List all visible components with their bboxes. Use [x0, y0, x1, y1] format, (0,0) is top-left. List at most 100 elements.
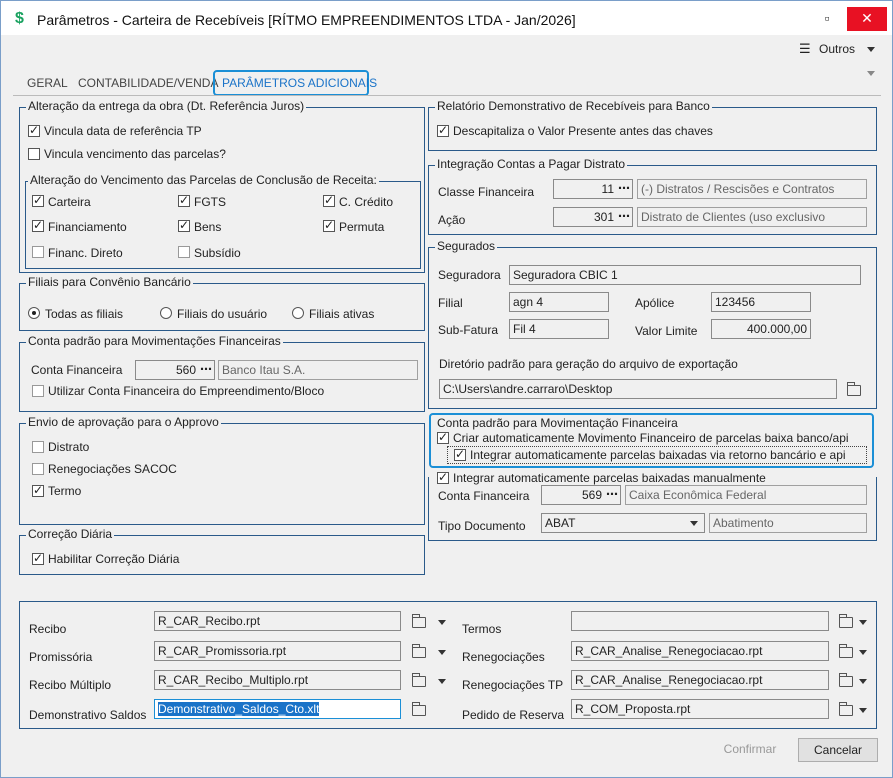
chevron-down-icon [690, 521, 698, 526]
sub-fatura-input[interactable]: Fil 4 [509, 319, 609, 339]
renegociacoes-tp-label: Renegociações TP [462, 678, 564, 692]
lookup-dots-icon[interactable]: ⋯ [606, 487, 618, 501]
renegociacoes-sacoc-checkbox[interactable] [32, 463, 44, 475]
chevron-down-icon[interactable] [859, 679, 867, 684]
folder-icon[interactable] [412, 702, 426, 716]
termos-input[interactable] [571, 611, 829, 631]
lookup-dots-icon[interactable]: ⋯ [618, 209, 630, 223]
outros-menu-button[interactable]: ☰ Outros [799, 41, 879, 59]
financiamento-checkbox[interactable] [32, 218, 44, 232]
diretorio-input[interactable]: C:\Users\andre.carraro\Desktop [439, 379, 837, 399]
chevron-down-icon[interactable] [859, 650, 867, 655]
utilizar-conta-checkbox[interactable] [32, 385, 44, 397]
seguradora-input[interactable]: Seguradora CBIC 1 [509, 265, 861, 285]
mov-conta-code-input[interactable]: 569 ⋯ [541, 485, 621, 505]
descapitaliza-checkbox[interactable] [437, 123, 449, 137]
carteira-checkbox[interactable] [32, 193, 44, 207]
c-credito-checkbox[interactable] [323, 193, 335, 207]
acao-code-value: 301 [593, 210, 614, 224]
group-title: Envio de aprovação para o Approvo [26, 415, 221, 429]
minimize-button[interactable]: ▫ [807, 7, 847, 31]
acao-label: Ação [438, 213, 466, 227]
classe-financeira-code-input[interactable]: 11 ⋯ [553, 179, 633, 199]
diretorio-label: Diretório padrão para geração do arquivo… [439, 357, 738, 371]
renegociacoes-sacoc-label: Renegociações SACOC [48, 462, 177, 476]
recibo-multiplo-label: Recibo Múltiplo [29, 678, 112, 692]
cancelar-button[interactable]: Cancelar [798, 738, 878, 762]
folder-icon[interactable] [412, 644, 426, 658]
chevron-down-icon[interactable] [438, 620, 446, 625]
promissoria-input[interactable]: R_CAR_Promissoria.rpt [154, 641, 401, 661]
mov-conta-code-value: 569 [581, 488, 602, 502]
window-title: Parâmetros - Carteira de Recebíveis [RÍT… [37, 12, 576, 28]
filiais-usuario-label: Filiais do usuário [177, 307, 268, 321]
renegociacoes-tp-input[interactable]: R_CAR_Analise_Renegociacao.rpt [571, 670, 829, 690]
carteira-label: Carteira [48, 195, 91, 209]
distrato-checkbox[interactable] [32, 441, 44, 453]
demonstrativo-saldos-input[interactable]: Demonstrativo_Saldos_Cto.xlt [154, 699, 401, 719]
tab-divider [13, 95, 881, 96]
tab-geral[interactable]: GERAL [27, 76, 68, 90]
lookup-dots-icon[interactable]: ⋯ [618, 181, 630, 195]
folder-icon[interactable] [412, 614, 426, 628]
collapse-chevron-icon[interactable] [867, 71, 875, 76]
folder-icon[interactable] [847, 382, 861, 396]
tab-contabilidade-venda[interactable]: CONTABILIDADE/VENDA [78, 76, 218, 90]
mov-conta-name: Caixa Econômica Federal [625, 485, 867, 505]
conta-financeira-code-input[interactable]: 560 ⋯ [135, 360, 215, 380]
habilitar-correcao-checkbox[interactable] [32, 551, 44, 565]
vincula-tp-checkbox[interactable] [28, 123, 40, 137]
chevron-down-icon[interactable] [859, 708, 867, 713]
integrar-manual-checkbox[interactable] [437, 470, 449, 484]
permuta-checkbox[interactable] [323, 218, 335, 232]
folder-icon[interactable] [412, 673, 426, 687]
integrar-retorno-checkbox[interactable] [454, 447, 466, 461]
tipo-documento-name: Abatimento [709, 513, 867, 533]
valor-limite-input[interactable]: 400.000,00 [711, 319, 811, 339]
folder-icon[interactable] [839, 702, 853, 716]
subsidio-label: Subsídio [194, 246, 241, 260]
selected-text: Demonstrativo_Saldos_Cto.xlt [158, 702, 320, 716]
tipo-documento-select[interactable]: ABAT [541, 513, 705, 533]
lookup-dots-icon[interactable]: ⋯ [200, 362, 212, 376]
conta-financeira-label: Conta Financeira [31, 363, 123, 377]
tipo-documento-value: ABAT [545, 516, 576, 530]
recibo-input[interactable]: R_CAR_Recibo.rpt [154, 611, 401, 631]
pedido-reserva-input[interactable]: R_COM_Proposta.rpt [571, 699, 829, 719]
c-credito-label: C. Crédito [339, 195, 394, 209]
conta-financeira-name: Banco Itau S.A. [218, 360, 418, 380]
acao-code-input[interactable]: 301 ⋯ [553, 207, 633, 227]
criar-mov-checkbox[interactable] [437, 430, 449, 444]
seguradora-label: Seguradora [438, 268, 501, 282]
close-button[interactable]: ✕ [847, 7, 887, 31]
filiais-ativas-radio[interactable] [292, 307, 304, 319]
permuta-label: Permuta [339, 220, 385, 234]
filiais-usuario-radio[interactable] [160, 307, 172, 319]
bens-label: Bens [194, 220, 222, 234]
tab-parametros-adicionais[interactable]: PARÂMETROS ADICIONAIS [222, 76, 377, 90]
financiamento-label: Financiamento [48, 220, 127, 234]
recibo-multiplo-input[interactable]: R_CAR_Recibo_Multiplo.rpt [154, 670, 401, 690]
bens-checkbox[interactable] [178, 218, 190, 232]
subsidio-checkbox[interactable] [178, 246, 190, 258]
chevron-down-icon[interactable] [859, 620, 867, 625]
renegociacoes-input[interactable]: R_CAR_Analise_Renegociacao.rpt [571, 641, 829, 661]
folder-icon[interactable] [839, 614, 853, 628]
financ-direto-checkbox[interactable] [32, 246, 44, 258]
vincula-venc-checkbox[interactable] [28, 148, 40, 160]
chevron-down-icon[interactable] [438, 650, 446, 655]
confirmar-button[interactable]: Confirmar [705, 738, 795, 762]
termo-checkbox[interactable] [32, 483, 44, 497]
folder-icon[interactable] [839, 673, 853, 687]
fgts-checkbox[interactable] [178, 193, 190, 207]
pedido-reserva-label: Pedido de Reserva [462, 708, 565, 722]
chevron-down-icon[interactable] [438, 679, 446, 684]
tipo-documento-label: Tipo Documento [438, 519, 526, 533]
todas-filiais-radio[interactable] [28, 307, 40, 319]
filial-input[interactable]: agn 4 [509, 292, 609, 312]
folder-icon[interactable] [839, 644, 853, 658]
group-title: Conta padrão para Movimentações Financei… [26, 334, 283, 348]
recibo-label: Recibo [29, 622, 67, 636]
apolice-input[interactable]: 123456 [711, 292, 811, 312]
group-title: Alteração do Vencimento das Parcelas de … [28, 173, 379, 187]
